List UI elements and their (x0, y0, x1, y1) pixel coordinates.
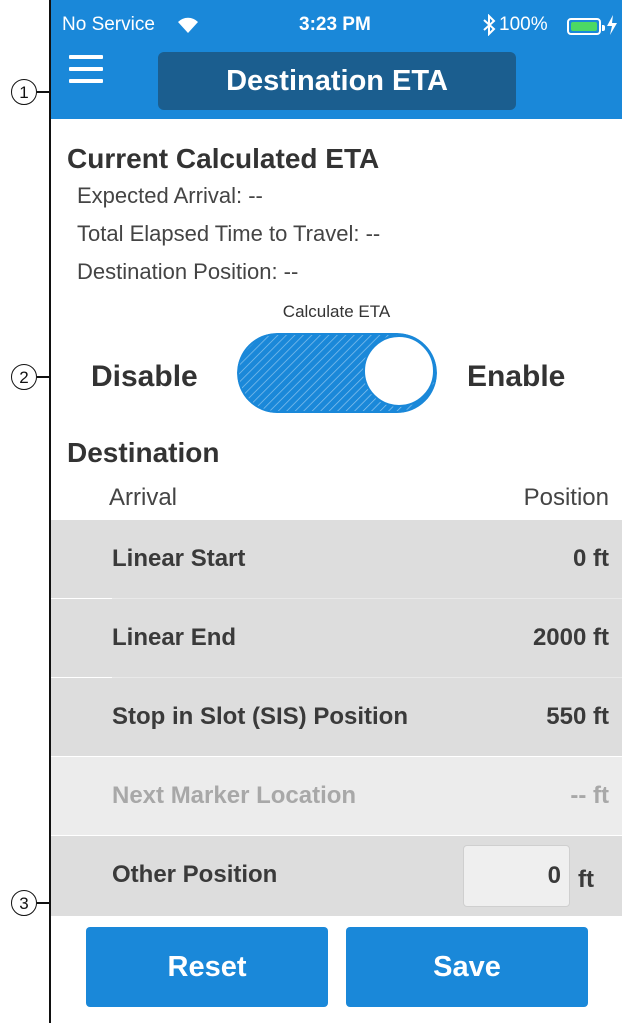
position-column-header: Position (523, 484, 609, 511)
row-label: Next Marker Location (112, 782, 357, 809)
callout-3: 3 (11, 890, 37, 916)
app-screen: No Service 3:23 PM 100% Destination ETA … (51, 0, 622, 1023)
callout-2: 2 (11, 364, 37, 390)
destination-position-text: Destination Position: -- (77, 259, 299, 284)
save-button[interactable]: Save (346, 927, 588, 1007)
bluetooth-icon (483, 14, 496, 36)
hamburger-menu-icon[interactable] (69, 55, 103, 83)
row-label: Stop in Slot (SIS) Position (112, 703, 408, 730)
other-position-unit: ft (578, 866, 594, 893)
destination-row-sis-position[interactable]: Stop in Slot (SIS) Position 550 ft (51, 678, 622, 756)
toggle-disable-label[interactable]: Disable (91, 360, 198, 394)
elapsed-time-text: Total Elapsed Time to Travel: -- (77, 221, 381, 246)
row-value: 0 ft (573, 545, 609, 572)
destination-row-next-marker: Next Marker Location -- ft (51, 757, 622, 835)
arrival-column-header: Arrival (109, 484, 178, 511)
status-bar: No Service 3:23 PM 100% (51, 0, 622, 48)
row-label: Linear End (112, 624, 237, 651)
carrier-label: No Service (62, 14, 155, 35)
charging-bolt-icon (607, 15, 617, 35)
destination-row-linear-end[interactable]: Linear End 2000 ft (51, 599, 622, 677)
expected-arrival-text: Expected Arrival: -- (77, 183, 263, 208)
row-label: Linear Start (112, 545, 246, 572)
row-label: Other Position (112, 861, 278, 888)
row-value: 2000 ft (532, 624, 609, 651)
top-bar: No Service 3:23 PM 100% Destination ETA (51, 0, 622, 119)
battery-percent: 100% (499, 14, 548, 35)
eta-heading: Current Calculated ETA (67, 143, 380, 174)
row-value: 550 ft (546, 703, 609, 730)
destination-heading: Destination (67, 437, 220, 468)
wifi-icon (178, 17, 198, 33)
other-position-input[interactable]: 0 (463, 845, 570, 907)
destination-row-linear-start[interactable]: Linear Start 0 ft (51, 520, 622, 598)
status-time: 3:23 PM (299, 14, 371, 35)
row-value: -- ft (570, 782, 609, 809)
toggle-knob[interactable] (363, 335, 435, 407)
reset-button[interactable]: Reset (86, 927, 328, 1007)
toggle-caption: Calculate ETA (282, 302, 391, 321)
battery-icon (567, 18, 605, 35)
callout-1: 1 (11, 79, 37, 105)
toggle-enable-label[interactable]: Enable (467, 360, 565, 394)
page-title[interactable]: Destination ETA (158, 52, 516, 110)
